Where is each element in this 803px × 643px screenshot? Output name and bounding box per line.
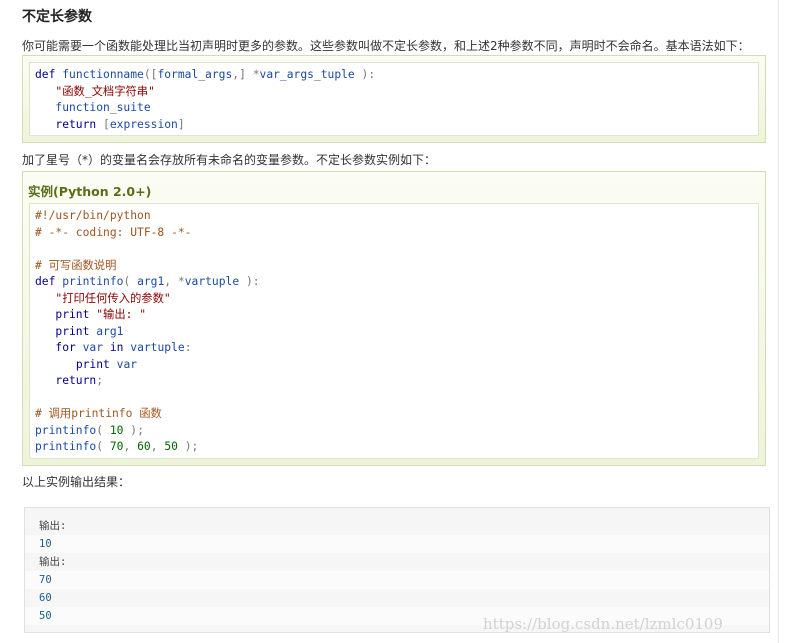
section-title: 不定长参数	[22, 9, 92, 25]
code-line: print var	[75, 357, 138, 371]
code-line: # 调用printinfo 函数	[35, 407, 162, 420]
example-frame: 实例(Python 2.0+) #!/usr/bin/python # -*- …	[22, 171, 766, 466]
code-line: #!/usr/bin/python	[35, 209, 151, 222]
code-line: for var in vartuple:	[55, 341, 192, 354]
code-line: def printinfo( arg1, *vartuple ):	[35, 275, 260, 288]
code-line: "打印任何传入的参数"	[55, 291, 171, 305]
output-line: 60	[39, 592, 52, 604]
intro-paragraph: 你可能需要一个函数能处理比当初声明时更多的参数。这些参数叫做不定长参数，和上述2…	[22, 39, 750, 53]
output-line: 输出:	[39, 556, 67, 568]
code-line: printinfo( 10 );	[35, 423, 144, 437]
code-line: "函数_文档字符串"	[55, 84, 155, 98]
watermark-text: https://blog.csdn.net/lzmlc0109	[483, 615, 724, 633]
example-code-block[interactable]: #!/usr/bin/python # -*- coding: UTF-8 -*…	[29, 203, 759, 459]
syntax-code-block[interactable]: def functionname([formal_args,] *var_arg…	[29, 62, 759, 136]
output-line: 70	[25, 571, 769, 589]
output-line: 10	[25, 535, 769, 553]
code-line: return [expression]	[55, 117, 185, 131]
code-line: function_suite	[55, 101, 151, 114]
code-line: return;	[55, 374, 104, 387]
code-line: print "输出: "	[55, 308, 147, 321]
code-line: # -*- coding: UTF-8 -*-	[35, 225, 192, 239]
code-line: printinfo( 70, 60, 50 );	[35, 440, 199, 453]
page-edge-divider	[778, 0, 779, 643]
code-line: # 可写函数说明	[35, 258, 117, 272]
syntax-code-frame: def functionname([formal_args,] *var_arg…	[22, 55, 766, 143]
code-line: def functionname([formal_args,] *var_arg…	[35, 68, 376, 81]
output-line: 输出:	[39, 520, 67, 532]
example-title: 实例(Python 2.0+)	[28, 184, 152, 199]
output-intro-paragraph: 以上实例输出结果：	[22, 475, 131, 489]
star-note-paragraph: 加了星号（*）的变量名会存放所有未命名的变量参数。不定长参数实例如下：	[22, 153, 437, 167]
code-line: print arg1	[55, 324, 124, 338]
